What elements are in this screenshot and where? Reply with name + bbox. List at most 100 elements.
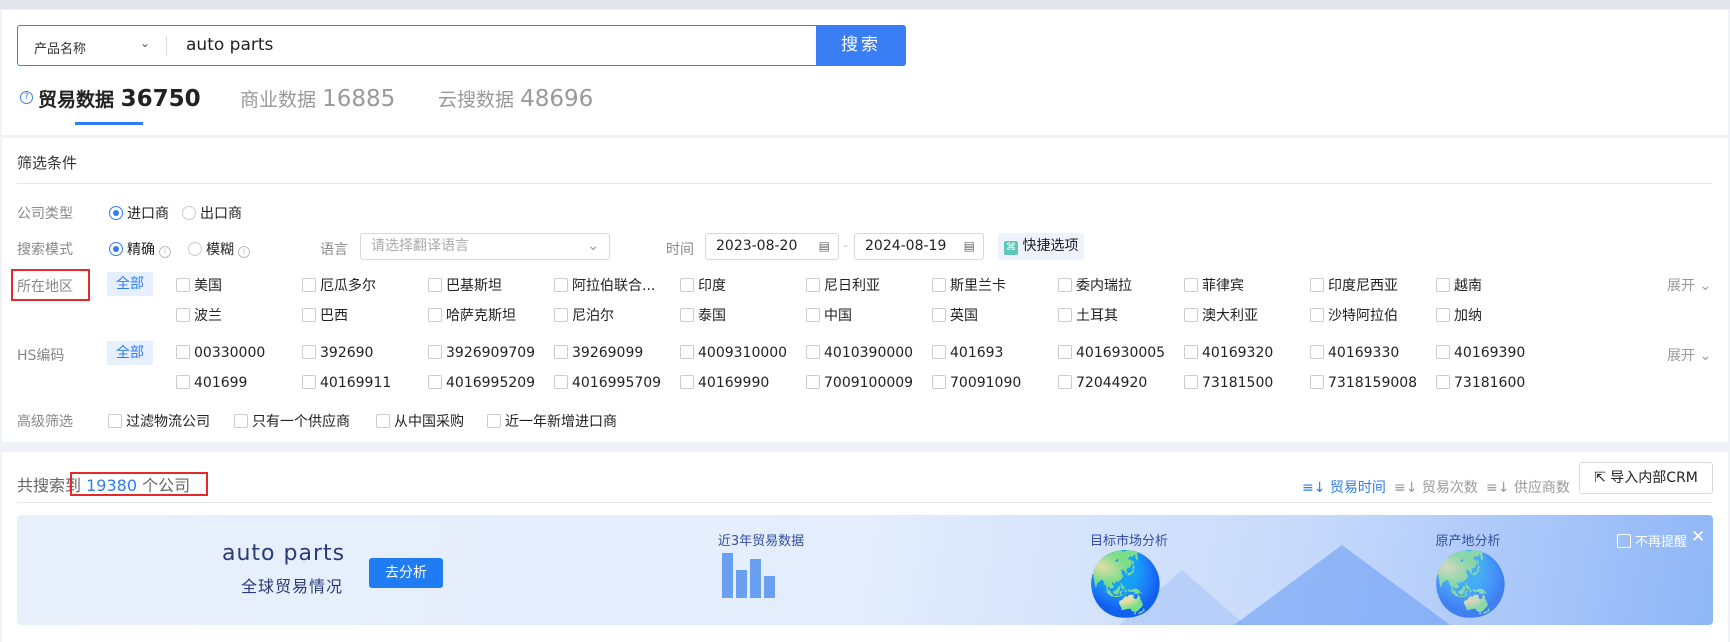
checkbox-option[interactable]: 3926909709: [428, 345, 535, 361]
search-field-select[interactable]: 产品名称: [34, 38, 86, 57]
option-label: 40169330: [1328, 345, 1400, 361]
checkbox-option[interactable]: 美国: [176, 275, 222, 295]
checkbox-icon: [376, 414, 390, 428]
checkbox-icon: [302, 308, 316, 322]
calendar-icon: ▤: [818, 239, 830, 253]
hs-all-button[interactable]: 全部: [107, 341, 153, 365]
checkbox-option[interactable]: 印度: [680, 275, 726, 295]
checkbox-icon: [932, 375, 946, 389]
start-date-input[interactable]: 2023-08-20 ▤: [705, 233, 839, 260]
top-bar: [0, 0, 1730, 9]
checkbox-option[interactable]: 73181500: [1184, 375, 1273, 391]
import-crm-button[interactable]: ⇱ 导入内部CRM: [1579, 462, 1713, 494]
sort-trade-time[interactable]: ≡↓ 贸易时间: [1302, 477, 1386, 497]
search-button[interactable]: 搜索: [816, 25, 906, 66]
checkbox-option[interactable]: 泰国: [680, 305, 726, 325]
sort-icon: ≡↓: [1302, 480, 1326, 496]
checkbox-option[interactable]: 从中国采购: [376, 411, 464, 431]
radio-icon: [109, 242, 123, 256]
checkbox-option[interactable]: 哈萨克斯坦: [428, 305, 516, 325]
checkbox-option[interactable]: 4016930005: [1058, 345, 1165, 361]
option-label: 土耳其: [1076, 308, 1118, 324]
checkbox-option[interactable]: 中国: [806, 305, 852, 325]
checkbox-option[interactable]: 巴基斯坦: [428, 275, 502, 295]
checkbox-option[interactable]: 4016995209: [428, 375, 535, 391]
checkbox-option[interactable]: 4010390000: [806, 345, 913, 361]
banner-subtitle: 全球贸易情况: [241, 577, 344, 596]
expand-label: 展开: [1667, 278, 1695, 294]
chevron-down-icon[interactable]: ⌄: [140, 36, 150, 50]
tab-trade-data[interactable]: 贸易数据 36750: [38, 85, 201, 112]
checkbox-option[interactable]: 4009310000: [680, 345, 787, 361]
option-label: 阿拉伯联合...: [572, 278, 656, 294]
checkbox-icon: [932, 345, 946, 359]
checkbox-option[interactable]: 7009100009: [806, 375, 913, 391]
checkbox-option[interactable]: 沙特阿拉伯: [1310, 305, 1398, 325]
checkbox-option[interactable]: 00330000: [176, 345, 265, 361]
checkbox-option[interactable]: 40169911: [302, 375, 391, 391]
checkbox-option[interactable]: 澳大利亚: [1184, 305, 1258, 325]
checkbox-option[interactable]: 英国: [932, 305, 978, 325]
option-label: 70091090: [950, 375, 1022, 391]
checkbox-option[interactable]: 40169990: [680, 375, 769, 391]
tab-cloud-data[interactable]: 云搜数据 48696: [438, 85, 593, 112]
checkbox-option[interactable]: 尼日利亚: [806, 275, 880, 295]
checkbox-option[interactable]: 过滤物流公司: [108, 411, 210, 431]
checkbox-option[interactable]: 40169330: [1310, 345, 1399, 361]
checkbox-option[interactable]: 73181600: [1436, 375, 1525, 391]
checkbox-option[interactable]: 401693: [932, 345, 1003, 361]
sort-supplier-count[interactable]: ≡↓ 供应商数: [1486, 477, 1570, 497]
checkbox-option[interactable]: 392690: [302, 345, 373, 361]
checkbox-option[interactable]: 70091090: [932, 375, 1021, 391]
checkbox-option[interactable]: 加纳: [1436, 305, 1482, 325]
option-label: 72044920: [1076, 375, 1148, 391]
checkbox-option[interactable]: 越南: [1436, 275, 1482, 295]
sort-trade-count[interactable]: ≡↓ 贸易次数: [1394, 477, 1478, 497]
option-label: 菲律宾: [1202, 278, 1244, 294]
checkbox-option[interactable]: 斯里兰卡: [932, 275, 1006, 295]
checkbox-option[interactable]: 印度尼西亚: [1310, 275, 1398, 295]
option-label: 斯里兰卡: [950, 278, 1006, 294]
analyze-button[interactable]: 去分析: [369, 558, 443, 588]
tab-label: 商业数据: [240, 89, 317, 111]
radio-fuzzy[interactable]: 模糊 i: [188, 239, 250, 259]
checkbox-option[interactable]: 近一年新增进口商: [487, 411, 617, 431]
checkbox-option[interactable]: 厄瓜多尔: [302, 275, 376, 295]
checkbox-option[interactable]: 委内瑞拉: [1058, 275, 1132, 295]
end-date-input[interactable]: 2024-08-19 ▤: [854, 233, 984, 260]
checkbox-option[interactable]: 尼泊尔: [554, 305, 614, 325]
checkbox-option[interactable]: 39269099: [554, 345, 643, 361]
info-icon[interactable]: i: [238, 246, 250, 258]
checkbox-option[interactable]: 波兰: [176, 305, 222, 325]
checkbox-option[interactable]: 只有一个供应商: [234, 411, 350, 431]
checkbox-option[interactable]: 40169320: [1184, 345, 1273, 361]
option-label: 泰国: [698, 308, 726, 324]
help-icon[interactable]: ?: [20, 91, 33, 104]
checkbox-option[interactable]: 7318159008: [1310, 375, 1417, 391]
tab-business-data[interactable]: 商业数据 16885: [240, 85, 395, 112]
radio-exporter[interactable]: 出口商: [182, 203, 242, 223]
checkbox-option[interactable]: 4016995709: [554, 375, 661, 391]
checkbox-option[interactable]: 40169390: [1436, 345, 1525, 361]
checkbox-icon: [680, 345, 694, 359]
radio-exact[interactable]: 精确 i: [109, 239, 171, 259]
search-input[interactable]: auto parts: [186, 35, 273, 55]
dismiss-checkbox[interactable]: 不再提醒: [1617, 531, 1687, 550]
checkbox-option[interactable]: 菲律宾: [1184, 275, 1244, 295]
close-icon[interactable]: ✕: [1691, 527, 1705, 547]
checkbox-option[interactable]: 阿拉伯联合...: [554, 275, 655, 295]
info-icon[interactable]: i: [159, 246, 171, 258]
option-label: 00330000: [194, 345, 266, 361]
checkbox-option[interactable]: 401699: [176, 375, 247, 391]
region-all-button[interactable]: 全部: [107, 272, 153, 296]
language-select[interactable]: 请选择翻译语言 ⌄: [360, 233, 610, 260]
checkbox-option[interactable]: 巴西: [302, 305, 348, 325]
hs-expand-button[interactable]: 展开 ⌄: [1667, 345, 1711, 365]
end-date: 2024-08-19: [865, 238, 947, 254]
quick-options-button[interactable]: ⌘ 快捷选项: [998, 233, 1085, 260]
radio-importer[interactable]: 进口商: [109, 203, 169, 223]
region-expand-button[interactable]: 展开 ⌄: [1667, 275, 1711, 295]
checkbox-icon: [932, 278, 946, 292]
checkbox-option[interactable]: 72044920: [1058, 375, 1147, 391]
checkbox-option[interactable]: 土耳其: [1058, 305, 1118, 325]
